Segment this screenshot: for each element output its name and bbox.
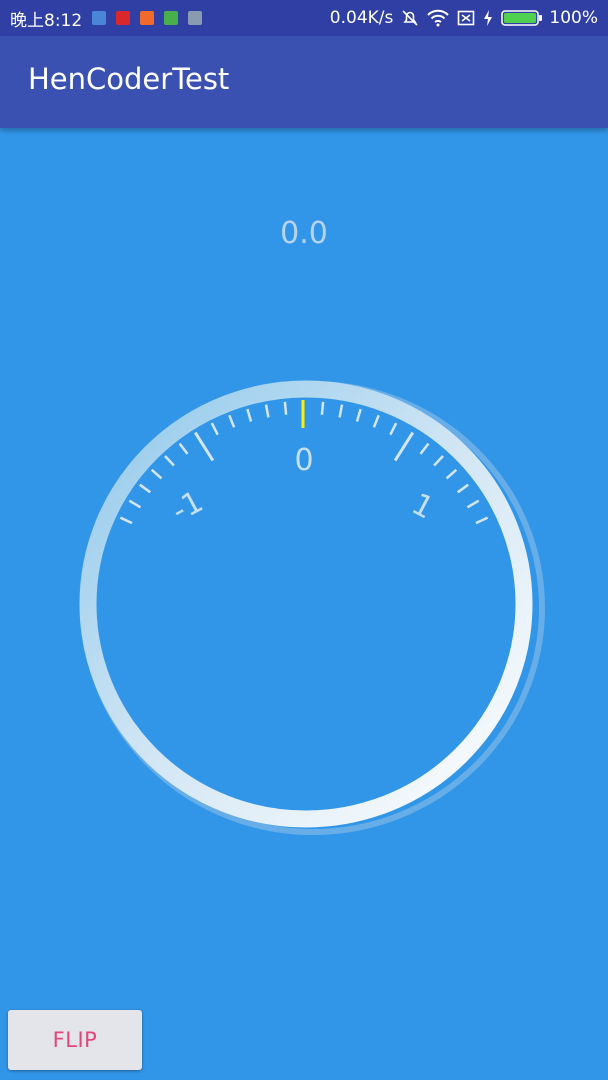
dial-tick [264, 404, 270, 418]
dial-tick [178, 442, 189, 455]
dial-tick [372, 414, 380, 428]
dial-tick [389, 422, 398, 436]
dial-label-minus-one: -1 [166, 484, 209, 529]
dial-tick [475, 516, 489, 525]
dial-tick [228, 414, 236, 428]
dial-tick [150, 468, 163, 480]
dial-label-one: 1 [406, 487, 439, 527]
flip-button[interactable]: FLIP [8, 1010, 142, 1070]
dial-tick [246, 408, 253, 422]
dial-tick [193, 431, 215, 462]
dial-tick [210, 422, 219, 436]
dial-tick [445, 468, 458, 480]
dial-tick [338, 404, 344, 418]
dial-tick [320, 401, 325, 415]
dial-tick [119, 516, 133, 525]
dial-tick [139, 483, 152, 494]
dial-tick [456, 483, 469, 494]
dial-tick [466, 499, 480, 509]
dial-tick [128, 499, 142, 509]
dial-label-zero: 0 [294, 443, 313, 478]
dial-tick [393, 431, 415, 462]
dial-tick [355, 408, 362, 422]
dial-tick [419, 442, 430, 455]
dial-tick [433, 455, 444, 467]
dial-tick [283, 401, 288, 415]
dial[interactable]: 0 -1 1 [0, 0, 608, 1080]
dial-tick [164, 455, 175, 467]
